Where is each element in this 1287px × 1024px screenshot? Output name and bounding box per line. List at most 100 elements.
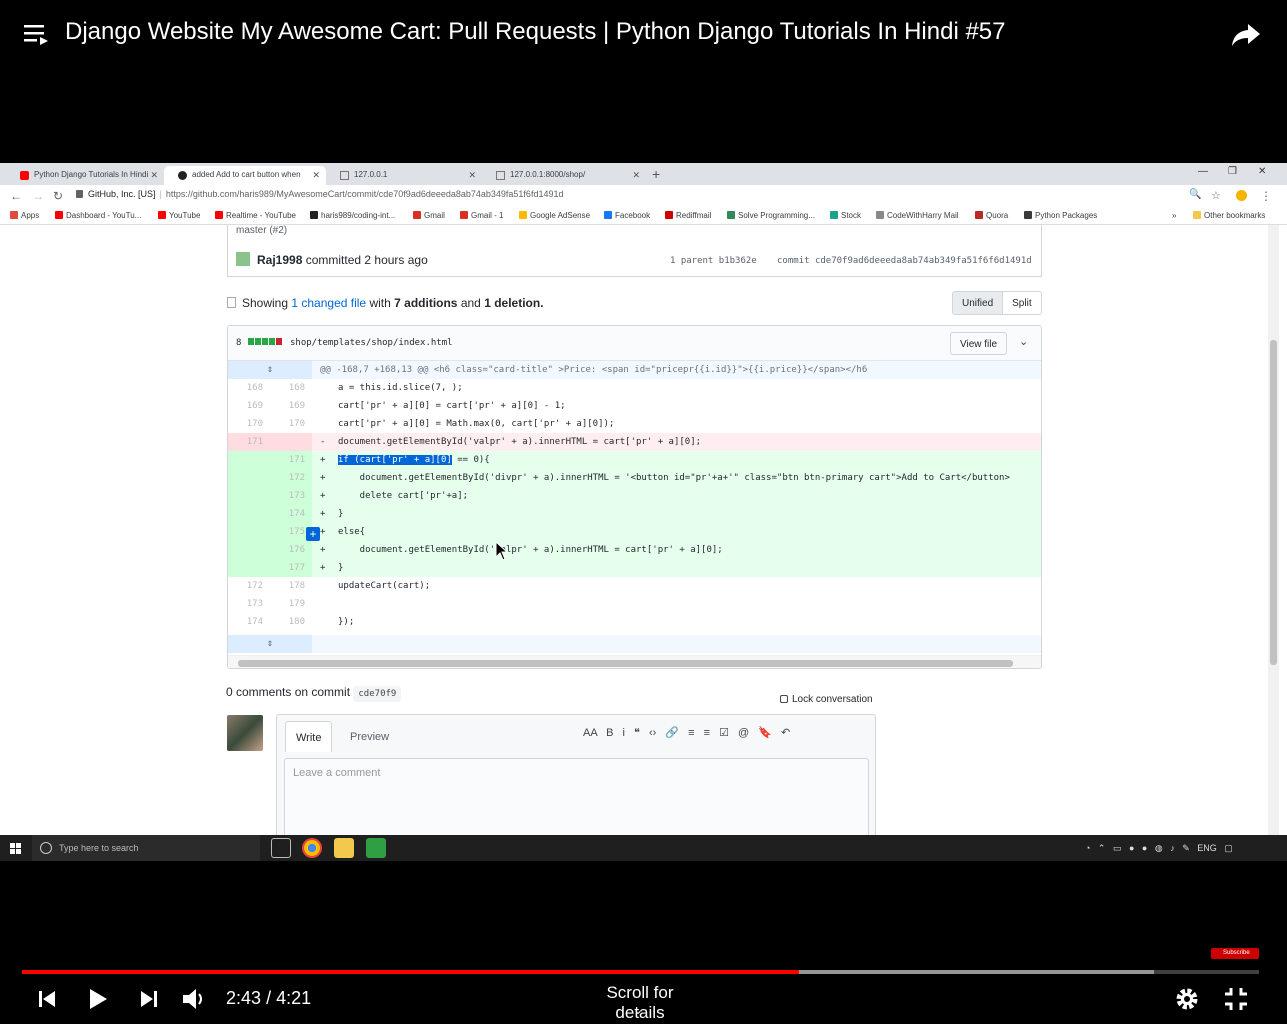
old-line-number[interactable]: 168 <box>228 379 270 397</box>
browser-tab-shop[interactable]: 127.0.0.1:8000/shop/ ✕ <box>482 166 646 185</box>
horizontal-scrollbar[interactable] <box>228 655 1041 668</box>
new-line-number[interactable]: 170 <box>270 415 312 433</box>
zoom-icon[interactable]: 🔍 <box>1189 189 1201 200</box>
browser-tab-localhost[interactable]: 127.0.0.1 ✕ <box>326 166 482 185</box>
new-line-number[interactable]: 176 <box>270 541 312 559</box>
old-line-number[interactable] <box>228 559 270 577</box>
new-line-number[interactable]: 179 <box>270 595 312 613</box>
bookmark-item[interactable]: Rediffmail <box>665 211 711 220</box>
chevron-down-icon[interactable]: ⌄ <box>1019 335 1028 348</box>
new-line-number[interactable]: 169 <box>270 397 312 415</box>
browser-tab-youtube[interactable]: Python Django Tutorials In Hindi ✕ <box>6 166 164 185</box>
bookmark-item[interactable]: Facebook <box>604 211 650 220</box>
close-icon[interactable]: ✕ <box>632 170 640 181</box>
restore-button[interactable]: ❐ <box>1228 166 1237 177</box>
old-line-number[interactable] <box>228 469 270 487</box>
comment-textarea[interactable]: Leave a comment <box>284 758 869 838</box>
old-line-number[interactable] <box>228 541 270 559</box>
author-avatar[interactable] <box>236 252 250 266</box>
window-close-button[interactable]: ✕ <box>1258 166 1266 177</box>
new-line-number[interactable]: 177 <box>270 559 312 577</box>
bookmark-item[interactable]: YouTube <box>158 211 200 220</box>
bookmark-folder[interactable]: Other bookmarks <box>1193 211 1265 220</box>
bookmark-star-icon[interactable]: ☆ <box>1211 189 1221 202</box>
video-frame[interactable]: Python Django Tutorials In Hindi ✕ added… <box>0 163 1287 861</box>
chevron-down-icon[interactable]: ⌄ <box>633 1003 643 1017</box>
view-file-button[interactable]: View file <box>950 332 1008 355</box>
add-line-comment-button[interactable]: + <box>306 527 320 541</box>
browser-menu-icon[interactable]: ⋮ <box>1260 189 1272 203</box>
new-line-number[interactable]: 178 <box>270 577 312 595</box>
minimize-button[interactable]: — <box>1198 166 1208 177</box>
more-bookmarks-icon[interactable]: » <box>1172 211 1176 220</box>
bookmark-item[interactable]: Stock <box>830 211 861 220</box>
reload-button[interactable]: ↻ <box>53 189 63 203</box>
bookmark-item[interactable]: CodeWithHarry Mail <box>876 211 959 220</box>
new-line-number[interactable]: 171 <box>270 451 312 469</box>
old-line-number[interactable] <box>228 523 270 541</box>
playlist-icon[interactable] <box>24 22 48 46</box>
new-line-number[interactable]: 174 <box>270 505 312 523</box>
bookmark-item[interactable]: Realtime - YouTube <box>215 211 296 220</box>
old-line-number[interactable] <box>228 505 270 523</box>
changed-files-link[interactable]: 1 changed file <box>291 296 366 310</box>
old-line-number[interactable] <box>228 451 270 469</box>
file-explorer-icon[interactable] <box>334 838 354 858</box>
next-icon[interactable] <box>133 984 163 1014</box>
previous-icon[interactable] <box>33 984 63 1014</box>
old-line-number[interactable]: 169 <box>228 397 270 415</box>
taskbar-search[interactable]: Type here to search <box>32 835 260 861</box>
volume-icon[interactable] <box>179 984 209 1014</box>
close-icon[interactable]: ✕ <box>312 170 320 181</box>
old-line-number[interactable] <box>228 487 270 505</box>
page-scrollbar[interactable] <box>1268 225 1279 835</box>
progress-bar[interactable] <box>22 970 1259 974</box>
bookmark-item[interactable]: Gmail - 1 <box>460 211 503 220</box>
old-line-number[interactable]: 173 <box>228 595 270 613</box>
new-line-number[interactable]: 168 <box>270 379 312 397</box>
branch-label[interactable]: master (#2) <box>236 225 287 236</box>
new-line-number[interactable]: 172 <box>270 469 312 487</box>
chrome-icon[interactable] <box>302 838 322 858</box>
bookmark-item[interactable]: Dashboard - YouTu... <box>55 211 141 220</box>
task-view-icon[interactable] <box>271 838 291 858</box>
bookmark-item[interactable]: Solve Programming... <box>727 211 815 220</box>
new-line-number[interactable] <box>270 433 312 451</box>
back-button[interactable]: ← <box>10 189 22 203</box>
bookmark-item[interactable]: Gmail <box>413 211 445 220</box>
tab-preview[interactable]: Preview <box>340 721 399 752</box>
new-tab-button[interactable]: + <box>652 166 660 182</box>
avatar[interactable] <box>227 715 263 751</box>
old-line-number[interactable]: 171 <box>228 433 270 451</box>
tab-write[interactable]: Write <box>285 721 333 752</box>
share-icon[interactable] <box>1230 18 1262 50</box>
close-icon[interactable]: ✕ <box>150 170 158 181</box>
scrollbar-thumb[interactable] <box>238 660 1013 667</box>
split-button[interactable]: Split <box>1003 292 1040 314</box>
bookmark-item[interactable]: Quora <box>975 211 1008 220</box>
windows-start-icon[interactable] <box>10 843 21 854</box>
scrollbar-thumb[interactable] <box>1270 340 1277 665</box>
file-path[interactable]: shop/templates/shop/index.html <box>290 338 453 348</box>
bookmark-item[interactable]: Python Packages <box>1024 211 1097 220</box>
old-line-number[interactable]: 174 <box>228 613 270 631</box>
profile-avatar[interactable] <box>1236 190 1247 201</box>
address-bar[interactable]: GitHub, Inc. [US] | https://github.com/har… <box>76 189 1206 204</box>
play-icon[interactable] <box>82 984 112 1014</box>
bookmark-item[interactable]: Google AdSense <box>519 211 590 220</box>
unified-button[interactable]: Unified <box>953 292 1004 314</box>
exit-fullscreen-icon[interactable] <box>1221 984 1251 1014</box>
new-line-number[interactable]: 173 <box>270 487 312 505</box>
lock-conversation-button[interactable]: Lock conversation <box>780 694 873 705</box>
bookmark-item[interactable]: haris989/coding-int... <box>310 211 395 220</box>
author-name[interactable]: Raj1998 <box>257 253 302 267</box>
close-icon[interactable]: ✕ <box>468 170 476 181</box>
bookmark-apps[interactable]: Apps <box>10 211 39 220</box>
system-tray[interactable]: ◔ ⌃ ▭ ● ● ◍ ♪ ✎ ENG ▢ <box>1085 843 1233 854</box>
pycharm-icon[interactable] <box>366 838 386 858</box>
markdown-toolbar[interactable]: AA B i ❝ ‹› 🔗 ≡ ≡ ☑ @ 🔖 ↶ <box>583 726 790 739</box>
video-title[interactable]: Django Website My Awesome Cart: Pull Req… <box>65 18 1006 46</box>
expand-icon[interactable]: ⇕ <box>228 361 312 379</box>
parent-sha-link[interactable]: b1b362e <box>719 256 757 266</box>
subscribe-watermark[interactable]: Subscribe <box>1211 948 1259 959</box>
